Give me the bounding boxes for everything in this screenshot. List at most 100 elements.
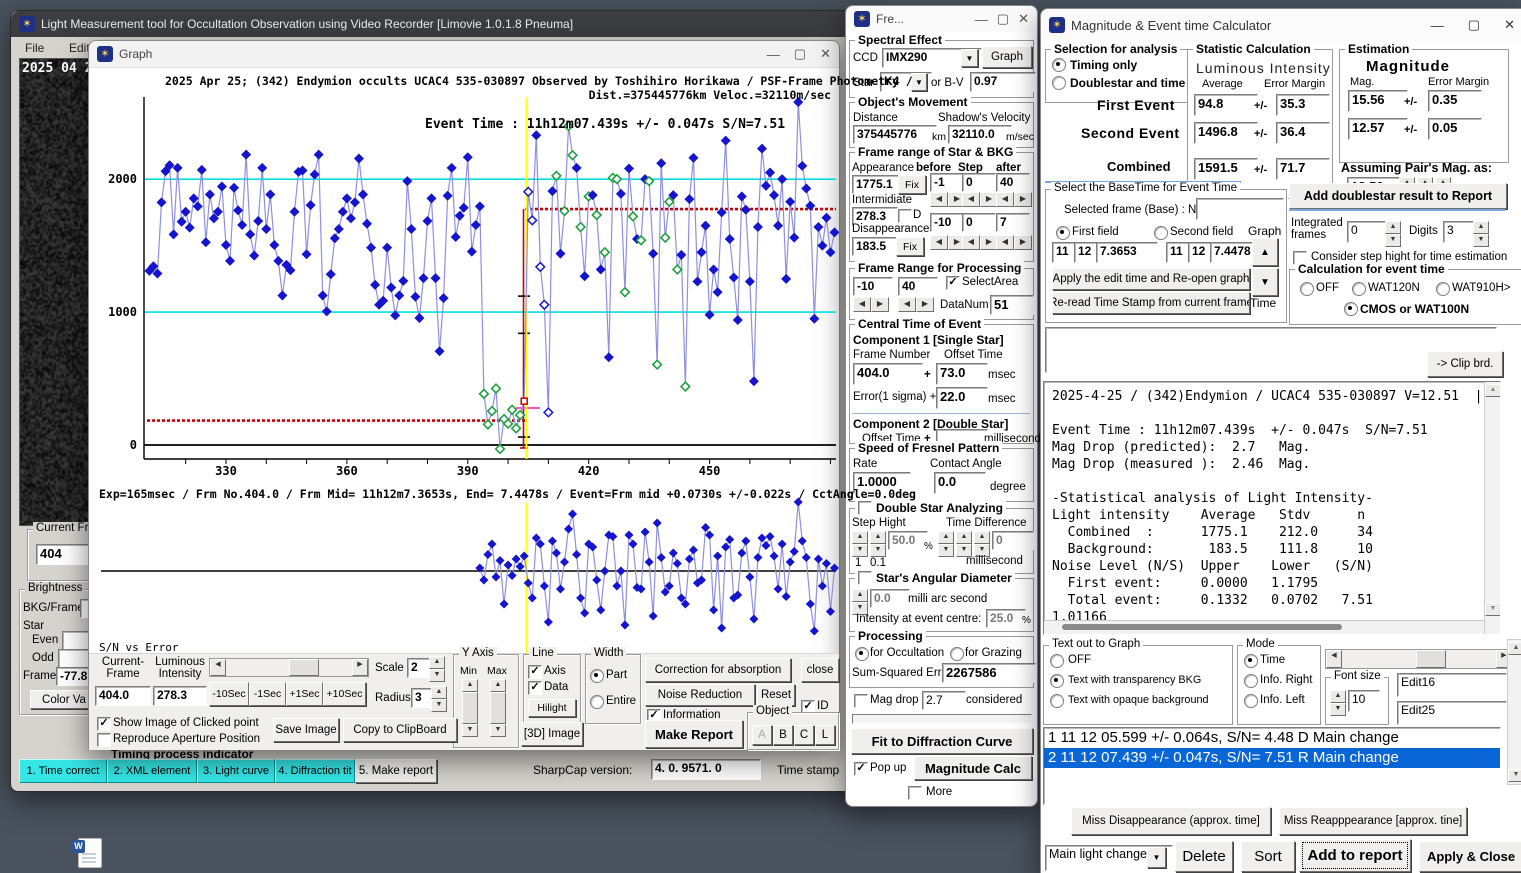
mode-info-right-radio[interactable] bbox=[1244, 674, 1258, 688]
appearance-field[interactable]: 1775.1 bbox=[852, 175, 902, 194]
reproduce-aperture-checkbox[interactable] bbox=[97, 733, 111, 747]
before-field-1[interactable]: -1 bbox=[930, 173, 964, 192]
object-a-button[interactable]: A bbox=[752, 725, 772, 745]
spin-down-button[interactable]: ▼ bbox=[852, 544, 868, 557]
spin-right-button[interactable]: ▶ bbox=[916, 297, 934, 312]
digits-spinner[interactable]: ▲ ▼ bbox=[1473, 221, 1489, 247]
ymin-slider[interactable] bbox=[462, 692, 478, 724]
time-diff-field[interactable]: 0 bbox=[992, 531, 1034, 550]
event-listbox[interactable]: 1 11 12 05.599 +/- 0.064s, S/N= 4.48 D M… bbox=[1043, 727, 1501, 805]
second-field-radio[interactable] bbox=[1154, 226, 1168, 240]
spin-left-button[interactable]: ◀ bbox=[962, 192, 980, 207]
velocity-field[interactable]: 32110.0 bbox=[948, 125, 1012, 144]
apply-edit-time-button[interactable]: Apply the edit time and Re-open graph bbox=[1052, 268, 1250, 290]
axis-checkbox[interactable]: ✓ bbox=[528, 665, 542, 679]
select-area-checkbox[interactable]: ✓ bbox=[946, 276, 960, 290]
processing-end-spinner[interactable]: ◀ ▶ bbox=[898, 297, 934, 312]
d-checkbox[interactable] bbox=[898, 209, 912, 223]
apply-close-button[interactable]: Apply & Close bbox=[1419, 841, 1521, 872]
clipboard-button[interactable]: -> Clip brd. bbox=[1427, 351, 1503, 377]
maximize-icon[interactable]: ▢ bbox=[1468, 17, 1480, 33]
selected-frame-field[interactable] bbox=[1196, 198, 1284, 220]
second-event-avg-field[interactable]: 1496.8 bbox=[1194, 122, 1258, 144]
for-grazing-radio[interactable] bbox=[950, 647, 964, 661]
time-diff-spinner-b[interactable]: ▲ ▼ bbox=[956, 531, 972, 557]
add-to-report-button[interactable]: Add to report bbox=[1299, 839, 1411, 872]
minimize-icon[interactable]: — bbox=[1431, 18, 1444, 33]
ymax-down-button[interactable]: ▼ bbox=[490, 724, 506, 737]
processing-start-spinner[interactable]: ◀ ▶ bbox=[853, 297, 889, 312]
combined-err-field[interactable]: 71.7 bbox=[1276, 158, 1330, 180]
miss-disappearance-button[interactable]: Miss Disappearance (approx. time] bbox=[1071, 807, 1271, 835]
step-field-2[interactable]: 0 bbox=[962, 213, 996, 232]
spin-left-button[interactable]: ◀ bbox=[930, 192, 948, 207]
scroll-up-button[interactable]: ▲ bbox=[1508, 642, 1521, 655]
correction-absorption-button[interactable]: Correction for absorption bbox=[645, 658, 791, 682]
luminous-intensity-value[interactable]: 278.3 bbox=[153, 686, 207, 706]
step-hight-spinner-01[interactable]: ▲ ▼ bbox=[870, 531, 886, 557]
frame-number-field[interactable]: 404.0 bbox=[853, 363, 923, 385]
noise-reduction-button[interactable]: Noise Reduction bbox=[645, 684, 755, 706]
off-radio[interactable] bbox=[1300, 282, 1314, 296]
tab-make-report[interactable]: 5. Make report bbox=[355, 759, 437, 783]
graph-pos-scrollbar[interactable]: ◀ ▶ bbox=[1325, 649, 1513, 669]
spin-up-button[interactable]: ▲ bbox=[870, 531, 886, 544]
spin-up-button[interactable]: ▲ bbox=[852, 589, 868, 602]
before-spinner-1[interactable]: ◀ ▶ bbox=[930, 192, 966, 207]
appearance-fix-button[interactable]: Fix bbox=[898, 175, 926, 194]
bv-field[interactable]: 0.97 bbox=[970, 72, 1036, 92]
distance-field[interactable]: 375445776 bbox=[853, 125, 937, 144]
current-frame-value[interactable]: 404.0 bbox=[95, 686, 151, 706]
menu-edit[interactable]: Edit bbox=[69, 41, 90, 55]
mode-info-left-radio[interactable] bbox=[1244, 694, 1258, 708]
timing-only-radio[interactable] bbox=[1052, 58, 1066, 72]
second-event-err-field[interactable]: 36.4 bbox=[1276, 122, 1330, 144]
main-title-bar[interactable]: ✶ Light Measurement tool for Occultation… bbox=[11, 11, 861, 37]
for-occultation-radio[interactable] bbox=[855, 647, 869, 661]
delete-button[interactable]: Delete bbox=[1175, 841, 1233, 872]
sum-squared-error-field[interactable]: 2267586 bbox=[942, 663, 1036, 683]
spin-down-button[interactable]: ▼ bbox=[1473, 234, 1489, 247]
make-report-button[interactable]: Make Report bbox=[645, 720, 743, 748]
scroll-thumb[interactable] bbox=[289, 659, 319, 676]
object-l-button[interactable]: L bbox=[815, 725, 835, 745]
before-field-2[interactable]: -10 bbox=[930, 213, 964, 232]
tab-diffraction-fit[interactable]: 4. Diffraction tit bbox=[275, 759, 355, 783]
spin-up-button[interactable]: ▲ bbox=[974, 531, 990, 544]
show-image-checkbox[interactable]: ✓ bbox=[97, 717, 111, 731]
first-field-radio[interactable] bbox=[1056, 226, 1070, 240]
calc-title-bar[interactable]: ✶ Magnitude & Event time Calculator — ▢ … bbox=[1041, 9, 1521, 41]
scroll-thumb[interactable] bbox=[1416, 650, 1446, 668]
scale-spinner[interactable]: ▲ ▼ bbox=[429, 656, 445, 682]
spin-right-button[interactable]: ▶ bbox=[871, 297, 889, 312]
processing-end-field[interactable]: 40 bbox=[898, 277, 938, 296]
font-size-field[interactable]: 10 bbox=[1348, 690, 1380, 712]
wat120n-radio[interactable] bbox=[1352, 282, 1366, 296]
reread-timestamp-button[interactable]: Re-read Time Stamp from current frame bbox=[1052, 292, 1250, 314]
digits-field[interactable]: 3 bbox=[1443, 221, 1477, 243]
integrated-spinner[interactable]: ▲ ▼ bbox=[1385, 221, 1401, 247]
spin-down-button[interactable]: ▼ bbox=[938, 544, 954, 557]
maximize-icon[interactable]: ▢ bbox=[997, 11, 1009, 27]
close-icon[interactable]: ✕ bbox=[1504, 17, 1515, 33]
angular-field[interactable]: 0.0 bbox=[870, 589, 910, 608]
sharpcap-version-field[interactable]: 4. 0. 9571. 0 bbox=[651, 759, 761, 780]
mag1-err-field[interactable]: 0.35 bbox=[1428, 90, 1482, 112]
combined-avg-field[interactable]: 1591.5 bbox=[1194, 158, 1258, 180]
maximize-icon[interactable]: ▢ bbox=[794, 46, 806, 62]
after-field-2[interactable]: 7 bbox=[996, 213, 1030, 232]
spin-up-button[interactable]: ▲ bbox=[429, 656, 445, 669]
disappearance-field[interactable]: 183.5 bbox=[852, 237, 898, 256]
report-textarea[interactable]: 2025-4-25 / (342)Endymion / UCAC4 535-03… bbox=[1043, 381, 1501, 635]
before-spinner-2[interactable]: ◀ ▶ bbox=[930, 235, 966, 250]
more-checkbox[interactable] bbox=[908, 786, 922, 800]
disappearance-fix-button[interactable]: Fix bbox=[896, 237, 924, 256]
time-diff-spinner-c[interactable]: ▲ ▼ bbox=[974, 531, 990, 557]
spin-down-button[interactable]: ▼ bbox=[431, 699, 447, 712]
part-radio[interactable] bbox=[590, 669, 604, 683]
offset-time-field[interactable]: 73.0 bbox=[936, 363, 988, 385]
object-b-button[interactable]: B bbox=[773, 725, 793, 745]
popup-checkbox[interactable]: ✓ bbox=[854, 762, 868, 776]
font-size-spinner[interactable]: ▲ ▼ bbox=[1330, 690, 1346, 716]
magnitude-calc-button[interactable]: Magnitude Calc bbox=[914, 756, 1032, 780]
